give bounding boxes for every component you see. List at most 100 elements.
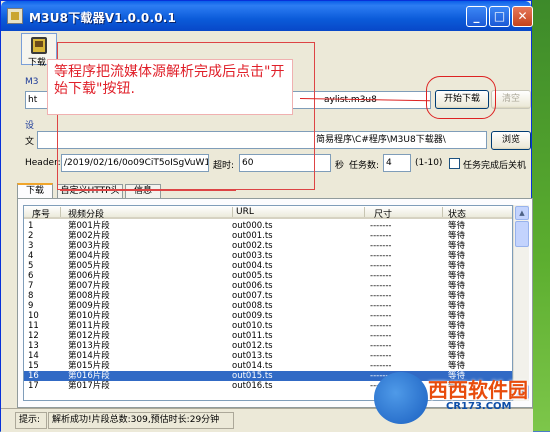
row-segment: 第007片段 bbox=[68, 281, 110, 291]
row-status: 等待 bbox=[448, 271, 466, 281]
tab-download[interactable]: 下载 bbox=[17, 183, 53, 198]
row-status: 等待 bbox=[448, 341, 466, 351]
watermark: 西西软件园 CR173.COM bbox=[364, 368, 550, 428]
scroll-thumb[interactable] bbox=[515, 221, 529, 247]
table-row[interactable]: 11 第011片段 out010.ts ------- 等待 bbox=[24, 321, 512, 331]
folder-input-value: 简易程序\C#程序\M3U8下载器\ bbox=[316, 135, 446, 145]
table-row[interactable]: 9 第009片段 out008.ts ------- 等待 bbox=[24, 301, 512, 311]
row-url: out016.ts bbox=[232, 381, 273, 391]
row-url: out007.ts bbox=[232, 291, 273, 301]
folder-label: 文 bbox=[25, 137, 35, 147]
table-row[interactable]: 2 第002片段 out001.ts ------- 等待 bbox=[24, 231, 512, 241]
column-header-segment[interactable]: 视频分段 bbox=[68, 207, 104, 220]
row-status: 等待 bbox=[448, 221, 466, 231]
table-row[interactable]: 14 第014片段 out013.ts ------- 等待 bbox=[24, 351, 512, 361]
title-bar[interactable]: M3U8下载器V1.0.0.0.1 _ □ ✕ bbox=[1, 1, 533, 31]
row-url: out010.ts bbox=[232, 321, 273, 331]
row-segment: 第014片段 bbox=[68, 351, 110, 361]
row-size: ------- bbox=[370, 241, 392, 251]
status-message: 解析成功!片段总数:309,预估时长:29分钟 bbox=[48, 412, 234, 429]
table-row[interactable]: 6 第006片段 out005.ts ------- 等待 bbox=[24, 271, 512, 281]
download-icon bbox=[31, 37, 47, 54]
row-status: 等待 bbox=[448, 281, 466, 291]
table-row[interactable]: 12 第012片段 out011.ts ------- 等待 bbox=[24, 331, 512, 341]
close-button[interactable]: ✕ bbox=[512, 6, 533, 27]
table-row[interactable]: 1 第001片段 out000.ts ------- 等待 bbox=[24, 221, 512, 231]
clear-button[interactable]: 清空 bbox=[491, 90, 531, 109]
table-row[interactable]: 4 第004片段 out003.ts ------- 等待 bbox=[24, 251, 512, 261]
column-separator[interactable] bbox=[232, 207, 233, 217]
column-separator[interactable] bbox=[442, 207, 443, 217]
row-url: out011.ts bbox=[232, 331, 273, 341]
column-header-index[interactable]: 序号 bbox=[32, 207, 50, 220]
column-separator[interactable] bbox=[60, 207, 61, 217]
watermark-brand: 西西软件园 bbox=[428, 378, 528, 402]
url-label: M3 bbox=[25, 77, 39, 87]
row-status: 等待 bbox=[448, 241, 466, 251]
row-index: 15 bbox=[28, 361, 39, 371]
row-index: 17 bbox=[28, 381, 39, 391]
tasks-stepper[interactable]: 4 bbox=[383, 154, 411, 172]
list-header: 序号 视频分段 URL 尺寸 状态 bbox=[24, 206, 512, 220]
shutdown-checkbox[interactable] bbox=[449, 158, 460, 169]
table-row[interactable]: 7 第007片段 out006.ts ------- 等待 bbox=[24, 281, 512, 291]
row-segment: 第013片段 bbox=[68, 341, 110, 351]
scroll-up-icon[interactable]: ▲ bbox=[515, 206, 529, 220]
row-segment: 第017片段 bbox=[68, 381, 110, 391]
row-segment: 第012片段 bbox=[68, 331, 110, 341]
row-url: out015.ts bbox=[232, 371, 273, 381]
row-size: ------- bbox=[370, 221, 392, 231]
column-separator[interactable] bbox=[364, 207, 365, 217]
annotation-callout: 等程序把流媒体源解析完成后点击"开始下载"按钮. bbox=[47, 59, 293, 115]
row-url: out001.ts bbox=[232, 231, 273, 241]
row-url: out000.ts bbox=[232, 221, 273, 231]
row-segment: 第009片段 bbox=[68, 301, 110, 311]
annotation-line bbox=[60, 190, 236, 191]
column-header-url[interactable]: URL bbox=[236, 207, 254, 217]
row-index: 3 bbox=[28, 241, 34, 251]
row-index: 10 bbox=[28, 311, 39, 321]
row-url: out008.ts bbox=[232, 301, 273, 311]
column-header-size[interactable]: 尺寸 bbox=[374, 207, 392, 220]
row-size: ------- bbox=[370, 271, 392, 281]
table-row[interactable]: 8 第008片段 out007.ts ------- 等待 bbox=[24, 291, 512, 301]
seconds-label: 秒 bbox=[335, 161, 345, 171]
table-row[interactable]: 13 第013片段 out012.ts ------- 等待 bbox=[24, 341, 512, 351]
row-segment: 第008片段 bbox=[68, 291, 110, 301]
row-url: out004.ts bbox=[232, 261, 273, 271]
row-url: out005.ts bbox=[232, 271, 273, 281]
row-status: 等待 bbox=[448, 321, 466, 331]
table-row[interactable]: 10 第010片段 out009.ts ------- 等待 bbox=[24, 311, 512, 321]
row-segment: 第004片段 bbox=[68, 251, 110, 261]
row-segment: 第011片段 bbox=[68, 321, 110, 331]
row-index: 1 bbox=[28, 221, 34, 231]
table-row[interactable]: 5 第005片段 out004.ts ------- 等待 bbox=[24, 261, 512, 271]
row-segment: 第016片段 bbox=[68, 371, 110, 381]
row-index: 6 bbox=[28, 271, 34, 281]
row-segment: 第001片段 bbox=[68, 221, 110, 231]
table-row[interactable]: 3 第003片段 out002.ts ------- 等待 bbox=[24, 241, 512, 251]
row-status: 等待 bbox=[448, 251, 466, 261]
row-url: out009.ts bbox=[232, 311, 273, 321]
row-size: ------- bbox=[370, 301, 392, 311]
row-segment: 第003片段 bbox=[68, 241, 110, 251]
row-size: ------- bbox=[370, 231, 392, 241]
header-label: Header: bbox=[25, 158, 61, 168]
row-size: ------- bbox=[370, 281, 392, 291]
column-header-status[interactable]: 状态 bbox=[448, 207, 466, 220]
row-url: out013.ts bbox=[232, 351, 273, 361]
watermark-logo bbox=[374, 372, 428, 424]
browse-button[interactable]: 浏览 bbox=[491, 131, 531, 150]
row-url: out003.ts bbox=[232, 251, 273, 261]
row-status: 等待 bbox=[448, 351, 466, 361]
row-status: 等待 bbox=[448, 261, 466, 271]
window-title: M3U8下载器V1.0.0.0.1 bbox=[29, 11, 177, 25]
row-url: out002.ts bbox=[232, 241, 273, 251]
row-status: 等待 bbox=[448, 291, 466, 301]
watermark-url: CR173.COM bbox=[446, 401, 512, 412]
row-size: ------- bbox=[370, 291, 392, 301]
row-status: 等待 bbox=[448, 331, 466, 341]
maximize-button[interactable]: □ bbox=[489, 6, 510, 27]
minimize-button[interactable]: _ bbox=[466, 6, 487, 27]
row-index: 4 bbox=[28, 251, 34, 261]
